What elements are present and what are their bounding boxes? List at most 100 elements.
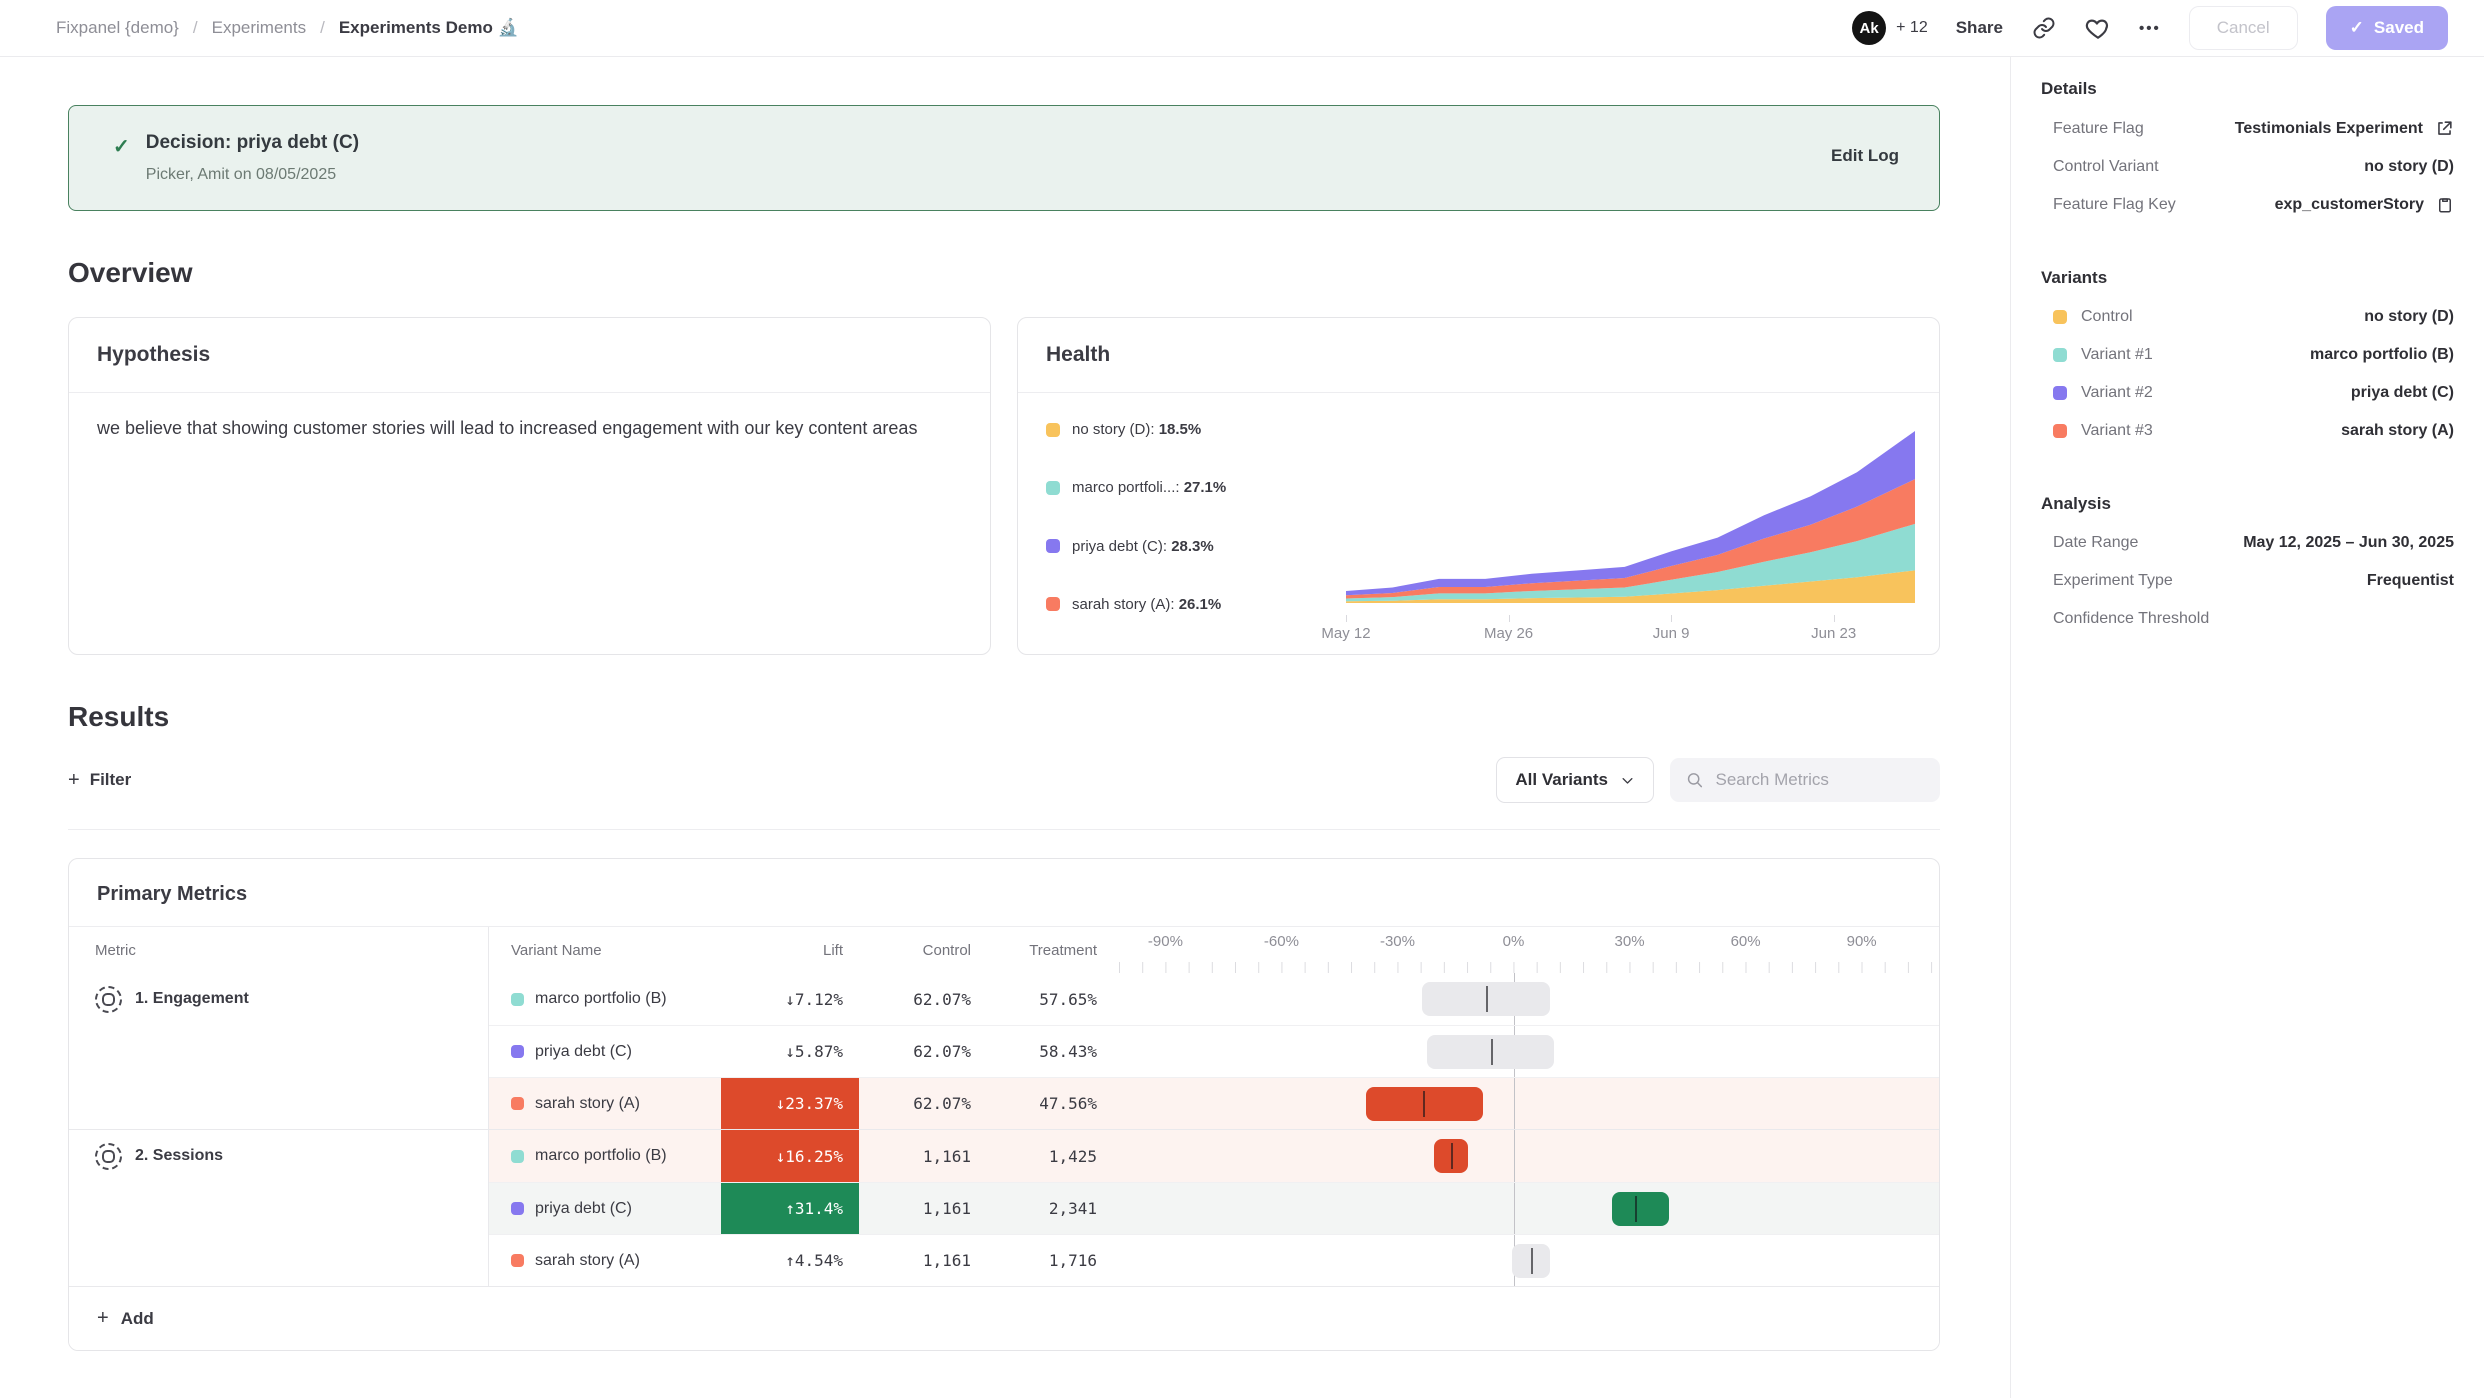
collaborator-count[interactable]: + 12 [1896, 19, 1928, 37]
confidence-interval-cell [1119, 1182, 1939, 1234]
metric-table-row: priya debt (C)↓5.87%62.07%58.43% [69, 1025, 1939, 1077]
metric-table-row: priya debt (C)↑31.4%1,1612,341 [69, 1182, 1939, 1234]
legend-value: 18.5% [1159, 421, 1202, 438]
treatment-value: 1,716 [1049, 1251, 1097, 1270]
search-icon [1686, 770, 1704, 790]
confidence-interval-cell [1119, 1130, 1939, 1182]
saved-button[interactable]: ✓ Saved [2326, 6, 2448, 50]
variant-name-cell: sarah story (A) [489, 1077, 721, 1129]
metric-table-row: sarah story (A)↑4.54%1,1611,716 [69, 1234, 1939, 1286]
confidence-interval-bar [1612, 1192, 1670, 1226]
breadcrumb: Fixpanel {demo}/Experiments/Experiments … [56, 18, 519, 38]
control-value: 62.07% [913, 1094, 971, 1113]
variant-name: marco portfolio (B) [535, 1147, 667, 1165]
variant-color-chip [511, 1045, 524, 1058]
copy-link-icon[interactable] [2031, 15, 2057, 41]
control-value: 1,161 [923, 1199, 971, 1218]
legend-value: 26.1% [1179, 596, 1222, 613]
lift-value: ↑4.54% [785, 1251, 843, 1270]
hypothesis-text: we believe that showing customer stories… [97, 415, 957, 443]
date-range-row: Date Range May 12, 2025 – Jun 30, 2025 [2041, 524, 2454, 562]
avatar[interactable]: Ak [1852, 11, 1886, 45]
lift-marker [1491, 1039, 1493, 1065]
variant-label: Variant #2 [2081, 384, 2153, 402]
lift-marker [1531, 1248, 1533, 1274]
variant-color-chip [511, 1097, 524, 1110]
health-legend-item: marco portfoli...: 27.1% [1046, 479, 1346, 496]
x-axis-label: Jun 9 [1653, 625, 1690, 642]
treatment-cell: 47.56% [991, 1077, 1119, 1129]
lift-cell: ↓7.12% [721, 973, 859, 1025]
metric-table-row: sarah story (A) ↓23.37% 62.07% 47.56% [69, 1077, 1939, 1129]
legend-color-chip [1046, 423, 1060, 437]
breadcrumb-item[interactable]: Fixpanel {demo} [56, 18, 179, 38]
x-axis-label: Jun 23 [1811, 625, 1856, 642]
x-axis-tick [1834, 615, 1835, 622]
search-metrics-input[interactable] [1716, 770, 1924, 790]
variant-name: priya debt (C) [535, 1200, 632, 1218]
variant-name-cell: priya debt (C) [489, 1025, 721, 1077]
breadcrumb-item[interactable]: Experiments Demo 🔬 [339, 18, 519, 38]
metric-name: 2. Sessions [135, 1147, 223, 1165]
treatment-cell: 58.43% [991, 1025, 1119, 1077]
lift-value: ↓23.37% [776, 1094, 843, 1113]
lift-value: ↓7.12% [785, 990, 843, 1009]
variant-value: no story (D) [2364, 308, 2454, 326]
axis-tick-label: 60% [1731, 933, 1761, 950]
add-filter-button[interactable]: + Filter [68, 769, 131, 792]
breadcrumb-item[interactable]: Experiments [212, 18, 306, 38]
variant-color-chip [2053, 310, 2067, 324]
cancel-button[interactable]: Cancel [2189, 6, 2298, 50]
top-bar: Fixpanel {demo}/Experiments/Experiments … [0, 0, 2484, 57]
external-link-icon[interactable] [2435, 119, 2454, 138]
decision-subtitle: Picker, Amit on 08/05/2025 [146, 166, 359, 184]
variant-color-chip [511, 993, 524, 1006]
confidence-interval-cell [1119, 1025, 1939, 1077]
metric-cell: 1. Engagement [69, 973, 489, 1025]
search-metrics-box[interactable] [1670, 758, 1940, 802]
more-options-button[interactable]: ••• [2139, 20, 2161, 37]
variant-name: priya debt (C) [535, 1043, 632, 1061]
control-cell: 1,161 [859, 1130, 991, 1182]
favorite-heart-icon[interactable] [2085, 15, 2111, 41]
variant-color-chip [511, 1202, 524, 1215]
edit-log-button[interactable]: Edit Log [1831, 146, 1899, 166]
feature-flag-row: Feature Flag Testimonials Experiment [2041, 109, 2454, 148]
axis-ruler [1119, 962, 1939, 973]
health-area-chart: May 12May 26Jun 9Jun 23 [1346, 407, 1915, 647]
analysis-section: Analysis Date Range May 12, 2025 – Jun 3… [2041, 494, 2454, 638]
treatment-cell: 1,716 [991, 1234, 1119, 1286]
variant-value: priya debt (C) [2351, 384, 2454, 402]
metric-cell [69, 1025, 489, 1077]
axis-tick-label: 30% [1615, 933, 1645, 950]
health-x-axis: May 12May 26Jun 9Jun 23 [1346, 617, 1915, 647]
lift-cell: ↓5.87% [721, 1025, 859, 1077]
variant-name-cell: marco portfolio (B) [489, 1130, 721, 1182]
variants-section: Variants Controlno story (D)Variant #1ma… [2041, 268, 2454, 450]
variant-name: marco portfolio (B) [535, 990, 667, 1008]
add-metric-button[interactable]: + Add [69, 1286, 1939, 1350]
x-axis-tick [1346, 615, 1347, 622]
variant-color-chip [2053, 386, 2067, 400]
metric-target-icon [95, 986, 122, 1013]
treatment-cell: 57.65% [991, 973, 1119, 1025]
lift-value: ↓16.25% [776, 1147, 843, 1166]
health-legend-item: sarah story (A): 26.1% [1046, 596, 1346, 613]
lift-cell: ↓16.25% [721, 1130, 859, 1182]
confidence-interval-cell [1119, 1234, 1939, 1286]
legend-label: no story (D): 18.5% [1072, 421, 1201, 438]
share-button[interactable]: Share [1956, 18, 2003, 38]
variants-dropdown[interactable]: All Variants [1496, 757, 1654, 803]
metric-table-row: 1. Engagementmarco portfolio (B)↓7.12%62… [69, 973, 1939, 1025]
lift-cell: ↓23.37% [721, 1077, 859, 1129]
zero-line [1514, 1130, 1515, 1182]
control-cell: 62.07% [859, 1077, 991, 1129]
variant-label: Variant #3 [2081, 422, 2153, 440]
hypothesis-card: Hypothesis we believe that showing custo… [68, 317, 991, 655]
variant-color-chip [511, 1254, 524, 1267]
main-content: ✓ Decision: priya debt (C) Picker, Amit … [0, 57, 2010, 1398]
plus-icon: + [97, 1307, 109, 1330]
x-axis-label: May 26 [1484, 625, 1533, 642]
treatment-value: 47.56% [1039, 1094, 1097, 1113]
clipboard-copy-icon[interactable] [2436, 196, 2454, 214]
